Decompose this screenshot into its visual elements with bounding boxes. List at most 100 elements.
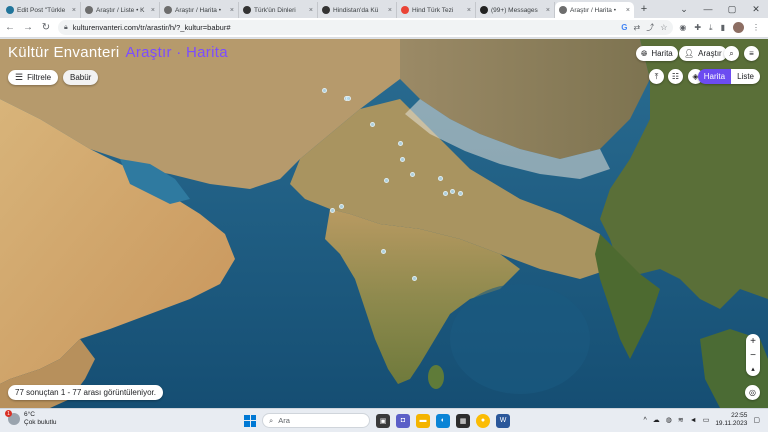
tab-close-icon[interactable]: × <box>309 7 313 14</box>
profile-avatar[interactable] <box>733 22 744 33</box>
map-marker[interactable] <box>412 276 417 281</box>
browser-tab[interactable]: Araştır / Harita • × <box>160 2 239 18</box>
toggle-list[interactable]: Liste <box>731 69 760 84</box>
map-marker[interactable] <box>381 249 386 254</box>
tab-close-icon[interactable]: × <box>388 7 392 14</box>
map-marker[interactable] <box>330 208 335 213</box>
tab-label: Hind Türk Tezi <box>412 6 454 14</box>
satellite-map[interactable] <box>0 39 768 408</box>
view-toggle[interactable]: Harita Liste <box>697 69 760 84</box>
url-text[interactable]: kulturenvanteri.com/tr/arastir/h/?_kultu… <box>73 23 617 32</box>
clock[interactable]: 22:55 19.11.2023 <box>715 412 747 428</box>
file-explorer-icon[interactable]: ▬ <box>416 413 430 428</box>
chrome-icon[interactable]: ● <box>476 413 490 428</box>
tab-close-icon[interactable]: × <box>546 7 550 14</box>
map-mode-label: Harita <box>651 49 673 58</box>
site-title[interactable]: Kültür Envanteri Araştır · Harita <box>8 44 228 61</box>
a-icon <box>480 6 488 14</box>
google-lens-icon[interactable]: G <box>621 23 627 32</box>
word-icon[interactable]: W <box>496 413 510 428</box>
wifi-icon[interactable]: ≋ <box>678 416 684 424</box>
new-tab-button[interactable]: + <box>636 1 652 17</box>
zoom-control: + − ▴ <box>746 334 760 376</box>
store-icon[interactable]: ▦ <box>456 413 470 428</box>
b-icon <box>243 6 251 14</box>
active-filter-tag[interactable]: Babür <box>63 70 99 85</box>
tab-close-icon[interactable]: × <box>467 7 471 14</box>
hamburger-menu-icon[interactable]: ≡ <box>744 46 759 61</box>
map-marker[interactable] <box>400 157 405 162</box>
map-marker[interactable] <box>398 141 403 146</box>
browser-tab-strip: Edit Post "Türkle × Araştır / Liste • K × Ar… <box>0 0 768 18</box>
zoom-out-button[interactable]: − <box>750 348 756 362</box>
minimize-button[interactable]: — <box>696 0 720 18</box>
extension-icon[interactable]: ◉ <box>679 23 686 32</box>
reload-icon[interactable]: ↻ <box>40 22 52 34</box>
puzzle-icon[interactable]: ✚ <box>694 23 701 32</box>
volume-icon[interactable]: ◄ <box>690 417 697 424</box>
maximize-button[interactable]: ▢ <box>720 0 744 18</box>
map-marker[interactable] <box>370 122 375 127</box>
menu-kebab-icon[interactable]: ⋮ <box>752 23 760 32</box>
map-marker[interactable] <box>410 172 415 177</box>
address-bar[interactable]: 🔒︎ kulturenvanteri.com/tr/arastir/h/?_ku… <box>58 20 674 35</box>
side-panel-icon[interactable]: ▮ <box>721 23 725 32</box>
tab-search-icon[interactable]: ⌄ <box>672 0 696 18</box>
browser-tab[interactable]: Türk'ün Dinleri × <box>239 2 318 18</box>
browser-tab[interactable]: (99+) Messages × <box>476 2 555 18</box>
list-icon[interactable]: ☷ <box>668 69 683 84</box>
globe-icon: 🌐︎ <box>641 48 648 58</box>
tab-close-icon[interactable]: × <box>151 7 155 14</box>
taskbar-search[interactable]: ⌕ Ara <box>262 413 370 428</box>
map-marker[interactable] <box>322 88 327 93</box>
search-icon[interactable]: ⌕ <box>724 46 739 61</box>
close-window-button[interactable]: ✕ <box>744 0 768 18</box>
task-view-icon[interactable]: ▣ <box>376 413 390 428</box>
site-title-sub[interactable]: Araştır · Harita <box>126 44 228 61</box>
zoom-in-button[interactable]: + <box>750 334 756 348</box>
map-marker[interactable] <box>458 191 463 196</box>
edge-icon[interactable]: ◐ <box>436 413 450 428</box>
tab-close-icon[interactable]: × <box>626 7 630 14</box>
onedrive-icon[interactable]: ☁ <box>653 416 660 424</box>
notifications-icon[interactable]: ▢ <box>753 416 760 424</box>
battery-icon[interactable]: ▭ <box>703 416 710 424</box>
clock-time: 22:55 <box>731 412 748 419</box>
share-icon[interactable]: ⤴ <box>646 22 654 33</box>
start-button[interactable] <box>244 414 256 427</box>
weather-widget[interactable]: 1 6°C Çok bulutlu <box>5 410 57 427</box>
filter-button[interactable]: ☰ Filtrele <box>8 70 59 85</box>
upload-icon[interactable]: ⤒ <box>649 69 664 84</box>
chat-icon[interactable]: ◘ <box>396 413 410 428</box>
browser-tab[interactable]: Edit Post "Türkle × <box>2 2 81 18</box>
browser-tab[interactable]: Hindistan'da Kü × <box>318 2 397 18</box>
map-marker[interactable] <box>438 176 443 181</box>
forward-icon[interactable]: → <box>22 22 34 34</box>
locate-me-icon[interactable]: ◎ <box>745 385 760 400</box>
compass-button[interactable]: ▴ <box>751 362 755 376</box>
map-marker[interactable] <box>384 178 389 183</box>
toggle-map[interactable]: Harita <box>697 69 732 84</box>
browser-tab[interactable]: Araştır / Harita • × <box>555 2 634 18</box>
gmail-icon <box>401 6 409 14</box>
browser-toolbar: ← → ↻ 🔒︎ kulturenvanteri.com/tr/arastir/… <box>0 18 768 38</box>
map-marker[interactable] <box>450 189 455 194</box>
notification-badge: 1 <box>5 410 12 417</box>
download-icon[interactable]: ⤓ <box>709 23 713 33</box>
browser-tab[interactable]: Araştır / Liste • K × <box>81 2 160 18</box>
map-marker[interactable] <box>443 191 448 196</box>
chevron-up-icon[interactable]: ^ <box>643 417 646 424</box>
browser-tab[interactable]: Hind Türk Tezi × <box>397 2 476 18</box>
bookmark-star-icon[interactable]: ☆ <box>660 23 667 32</box>
back-icon[interactable]: ← <box>4 22 16 34</box>
map-marker[interactable] <box>339 204 344 209</box>
map-mode-button[interactable]: 🌐︎ Harita <box>636 46 678 61</box>
tab-close-icon[interactable]: × <box>230 7 234 14</box>
translate-icon[interactable]: ⇄ <box>633 23 640 32</box>
tab-close-icon[interactable]: × <box>72 7 76 14</box>
map-viewport[interactable]: Kültür Envanteri Araştır · Harita ☰ Filtr… <box>0 39 768 408</box>
site-title-main[interactable]: Kültür Envanteri <box>8 44 120 61</box>
security-icon[interactable]: ◍ <box>666 416 672 424</box>
map-marker[interactable] <box>346 96 351 101</box>
search-mode-button[interactable]: 👤︎ Araştır <box>679 46 727 61</box>
